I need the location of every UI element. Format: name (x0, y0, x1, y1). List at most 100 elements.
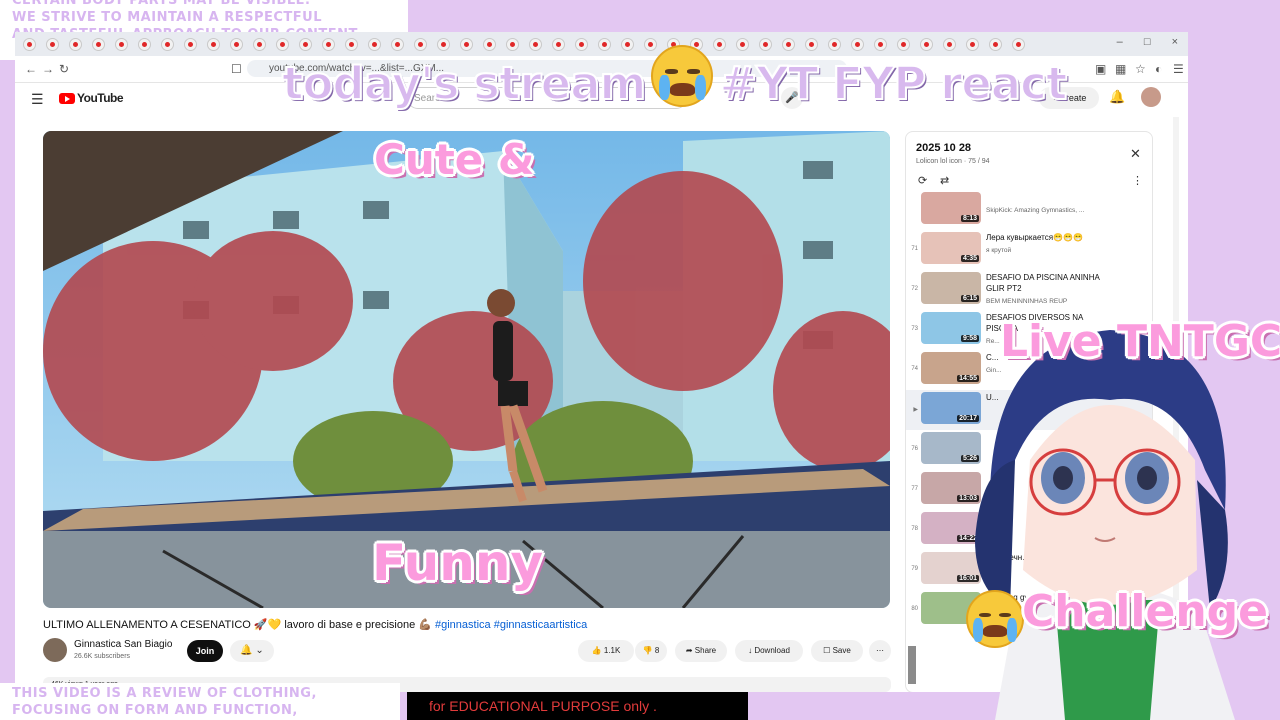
browser-tab[interactable] (92, 38, 105, 51)
subscriber-count: 26.6K subscribers (74, 653, 131, 660)
scroll-indicator[interactable] (908, 646, 916, 684)
playlist-item-duration: 8:13 (960, 215, 979, 222)
browser-tab[interactable] (69, 38, 82, 51)
playlist-item-thumbnail[interactable]: 6:15 (921, 272, 981, 304)
playlist-item-channel: SkipKick: Amazing Gymnastics, ... (986, 207, 1085, 214)
channel-name[interactable]: Ginnastica San Biagio (74, 639, 172, 650)
browser-tab[interactable] (230, 38, 243, 51)
download-label: Download (754, 646, 790, 655)
thumbs-down-icon: 👎 (642, 646, 653, 655)
more-actions-button[interactable]: ⋯ (869, 640, 891, 662)
disclaimer-line: FOCUSING ON FORM AND FUNCTION, (12, 703, 298, 718)
window-controls: – □ × (1099, 36, 1178, 48)
playlist-item[interactable]: 71 4:35 Лера кувыркается😁😁😁 я крутой (906, 230, 1152, 270)
share-icon: ➦ (685, 646, 693, 655)
playlist-item-title[interactable]: Лера кувыркается😁😁😁 (986, 232, 1116, 243)
playlist-item-number: 71 (911, 246, 918, 252)
playlist-title: 2025 10 28 (916, 142, 972, 154)
share-button[interactable]: ➦ Share (675, 640, 727, 662)
forward-icon[interactable]: → (42, 62, 54, 76)
overlay-live: Live TNTGC (1000, 316, 1280, 367)
crying-face-icon (651, 45, 714, 107)
share-label: Share (694, 646, 717, 655)
playlist-item-title[interactable]: DESAFIO DA PISCINA ANINHA GLIR PT2 (986, 272, 1116, 294)
playlist-item-number: ▶ (913, 407, 918, 413)
disclaimer-line: CERTAIN BODY PARTS MAY BE VISIBLE. (12, 0, 311, 8)
playlist-item-number: 80 (911, 606, 918, 612)
close-icon[interactable]: ✕ (1130, 146, 1141, 162)
shuffle-icon[interactable]: ⇄ (940, 174, 949, 187)
browser-tab[interactable] (138, 38, 151, 51)
back-icon[interactable]: ← (25, 62, 37, 76)
playlist-item-number: 74 (911, 366, 918, 372)
loop-icon[interactable]: ⟳ (918, 174, 927, 187)
educational-banner: for EDUCATIONAL PURPOSE only . (407, 692, 748, 720)
browser-tab[interactable] (184, 38, 197, 51)
video-title: ULTIMO ALLENAMENTO A CESENATICO 🚀💛 lavor… (43, 618, 903, 631)
overlay-hashtag-text: #YT FYP react (718, 56, 1068, 111)
minimize-button[interactable]: – (1117, 36, 1123, 48)
shield-icon[interactable]: ◐ (1155, 62, 1162, 76)
bookmark-icon: ☐ (823, 646, 831, 655)
overlay-cute: Cute & (374, 135, 535, 184)
playlist-item-duration: 6:15 (960, 295, 979, 302)
browser-tab[interactable] (161, 38, 174, 51)
disclaimer-line: THIS VIDEO IS A REVIEW OF CLOTHING, (12, 686, 317, 701)
playlist-subtitle: Lolicon lol icon · 75 / 94 (916, 158, 990, 165)
download-icon: ↓ (748, 646, 753, 655)
overlay-headline: today's stream #YT FYP react (281, 45, 1068, 111)
notification-bell-dropdown[interactable]: 🔔 ⌄ (230, 640, 274, 662)
extension-icon[interactable]: ▦ (1115, 62, 1126, 76)
overlay-funny: Funny (372, 534, 544, 592)
playlist-item-number: 77 (911, 486, 918, 492)
playlist-item[interactable]: 8:13 SkipKick: Amazing Gymnastics, ... (906, 190, 1152, 230)
reload-icon[interactable]: ↻ (59, 62, 69, 76)
join-button[interactable]: Join (187, 640, 223, 662)
browser-tab[interactable] (23, 38, 36, 51)
dislike-label: 8 (654, 646, 660, 655)
bookmark-icon[interactable]: ☐ (231, 62, 242, 76)
playlist-item-number: 78 (911, 526, 918, 532)
playlist-item-number: 76 (911, 446, 918, 452)
extension-icon[interactable]: ▣ (1095, 62, 1106, 76)
vtuber-avatar (975, 330, 1235, 720)
playlist-item-channel: я крутой (986, 247, 1012, 254)
user-avatar[interactable] (1141, 87, 1161, 107)
maximize-button[interactable]: □ (1144, 36, 1151, 48)
playlist-item-thumbnail[interactable]: 4:35 (921, 232, 981, 264)
crying-face-icon (966, 590, 1024, 648)
playlist-item-thumbnail[interactable]: 8:13 (921, 192, 981, 224)
playlist-item[interactable]: 72 6:15 DESAFIO DA PISCINA ANINHA GLIR PT2… (906, 270, 1152, 310)
channel-avatar[interactable] (43, 638, 67, 662)
disclaimer-bottom: THIS VIDEO IS A REVIEW OF CLOTHING, FOCU… (0, 683, 400, 720)
close-window-button[interactable]: × (1172, 36, 1178, 48)
playlist-item-channel: BEM MENINNINHAS REUP (986, 298, 1068, 305)
extension-icon[interactable]: ☆ (1135, 62, 1146, 76)
overlay-challenge: Challenge (1022, 586, 1268, 637)
youtube-logo-icon[interactable] (59, 93, 75, 104)
overlay-headline-text: today's stream (281, 56, 647, 111)
like-button[interactable]: 👍 1.1K (578, 640, 634, 662)
browser-tab[interactable] (115, 38, 128, 51)
disclaimer-line: WE STRIVE TO MAINTAIN A RESPECTFUL (12, 10, 322, 25)
video-hashtags[interactable]: #ginnastica #ginnasticaartistica (435, 619, 587, 631)
playlist-item-number: 73 (911, 326, 918, 332)
dislike-button[interactable]: 👎 8 (635, 640, 667, 662)
menu-icon[interactable]: ☰ (1173, 62, 1184, 76)
video-title-text: ULTIMO ALLENAMENTO A CESENATICO 🚀💛 lavor… (43, 619, 435, 631)
playlist-item-number: 79 (911, 566, 918, 572)
playlist-item-duration: 4:35 (960, 255, 979, 262)
hamburger-menu-icon[interactable]: ☰ (31, 91, 44, 108)
notifications-bell-icon[interactable]: 🔔 (1109, 89, 1125, 105)
youtube-logo-text[interactable]: YouTube (77, 91, 124, 105)
download-button[interactable]: ↓ Download (735, 640, 803, 662)
browser-tab[interactable] (46, 38, 59, 51)
save-button[interactable]: ☐ Save (811, 640, 863, 662)
like-count: 1.1K (603, 646, 621, 655)
more-vert-icon[interactable]: ⋮ (1132, 174, 1143, 187)
browser-tab[interactable] (207, 38, 220, 51)
save-label: Save (832, 646, 851, 655)
browser-tab[interactable] (253, 38, 266, 51)
playlist-item-number: 72 (911, 286, 918, 292)
thumbs-up-icon: 👍 (591, 646, 602, 655)
